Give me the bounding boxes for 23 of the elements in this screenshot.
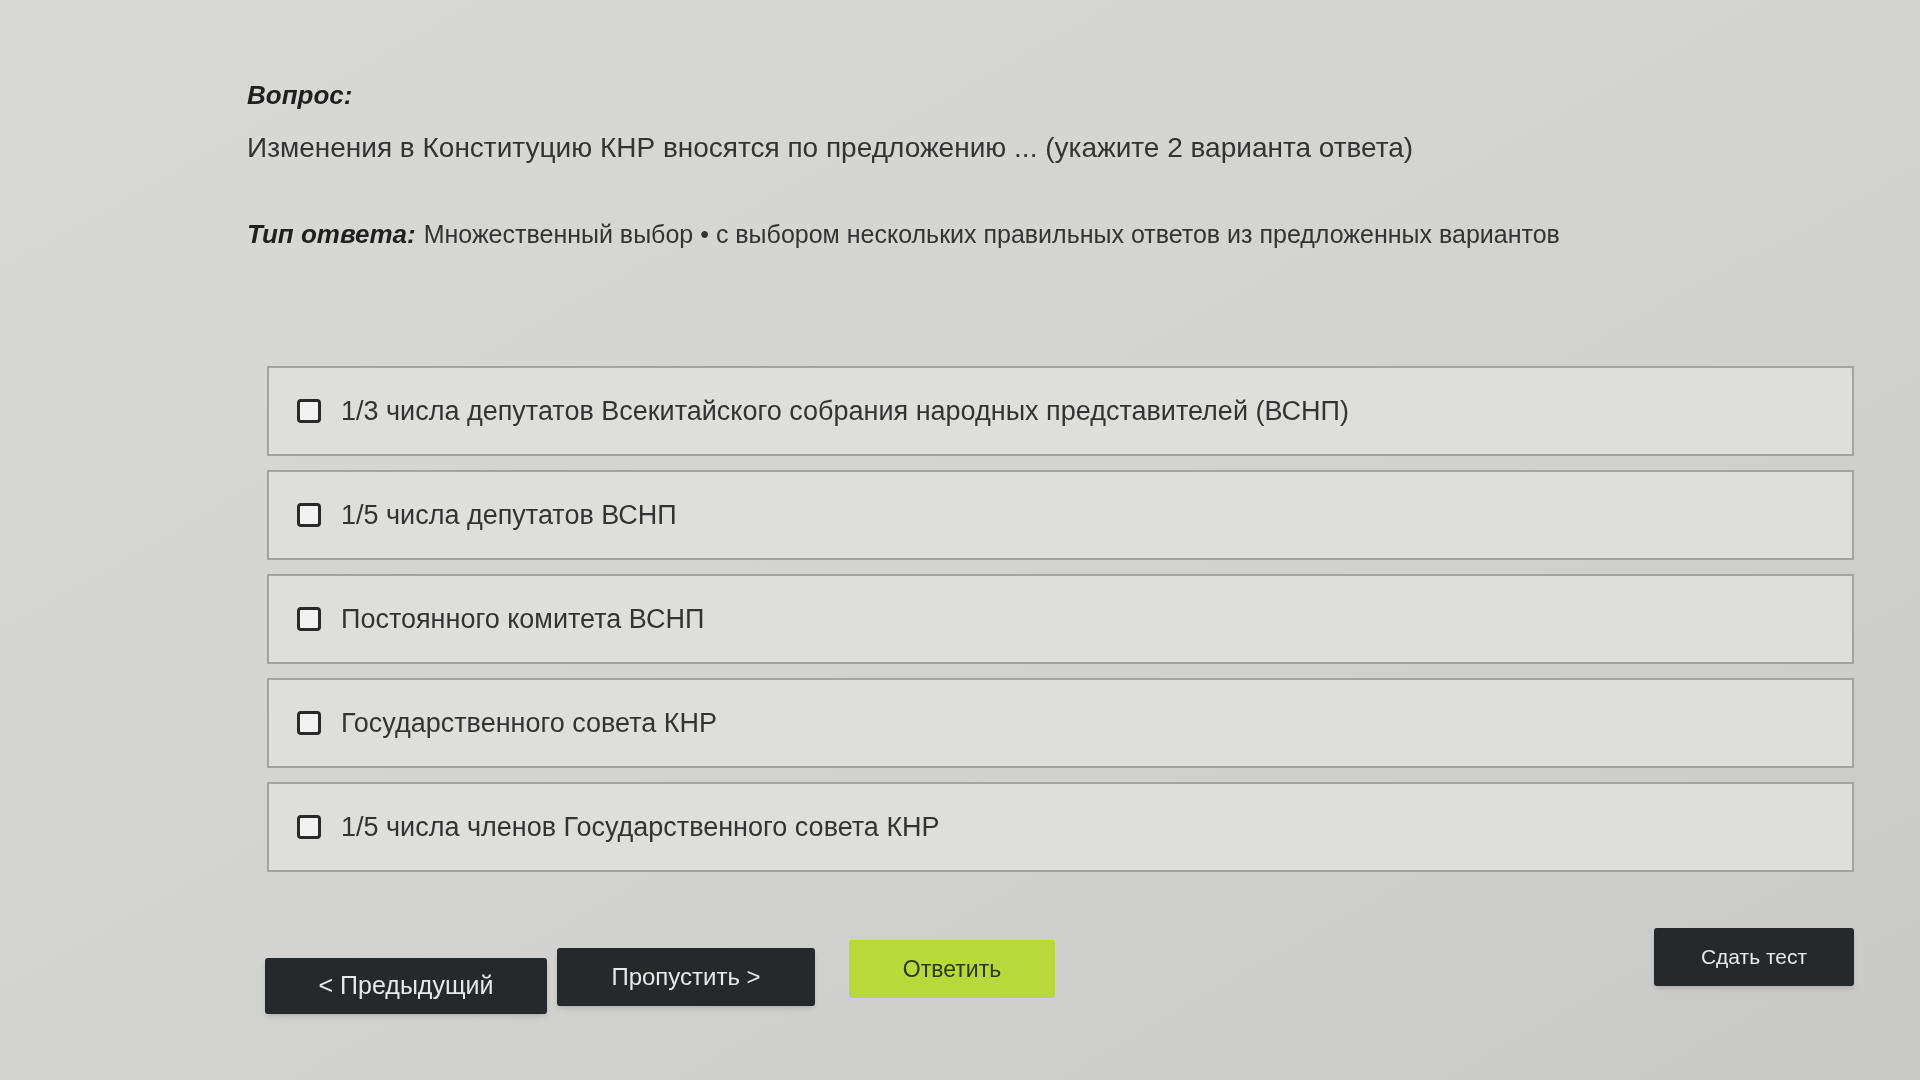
- question-text: Изменения в Конституцию КНР вносятся по предложению ... (укажите 2 варианта ответа): [247, 131, 1415, 165]
- checkbox[interactable]: [297, 503, 321, 527]
- option-text: 1/3 числа депутатов Всекитайского собрания народных представителей (ВСНП): [341, 394, 1349, 428]
- answer-option[interactable]: Государственного совета КНР: [267, 678, 1854, 768]
- option-text: 1/5 числа членов Государственного совета КНР: [341, 810, 940, 844]
- submit-test-button[interactable]: Сдать тест: [1654, 928, 1854, 986]
- answer-option[interactable]: Постоянного комитета ВСНП: [267, 574, 1854, 664]
- option-text: Постоянного комитета ВСНП: [341, 602, 705, 636]
- answer-type-text: Множественный выбор • с выбором нескольких правильных ответов из предложенных вариантов: [423, 219, 1560, 250]
- nav-button[interactable]: Пропустить >: [557, 948, 815, 1006]
- answer-option[interactable]: 1/5 числа депутатов ВСНП: [267, 470, 1854, 560]
- answer-button[interactable]: Ответить: [849, 940, 1055, 998]
- option-text: Государственного совета КНР: [341, 706, 718, 740]
- checkbox[interactable]: [297, 815, 321, 839]
- option-text: 1/5 числа депутатов ВСНП: [341, 498, 677, 532]
- answer-type-label: Тип ответа:: [247, 218, 416, 251]
- question-label: Вопрос:: [247, 79, 354, 112]
- checkbox[interactable]: [297, 399, 321, 423]
- nav-button[interactable]: < Предыдущий: [265, 958, 547, 1014]
- checkbox[interactable]: [297, 711, 321, 735]
- answer-option[interactable]: 1/5 числа членов Государственного совета КНР: [267, 782, 1854, 872]
- answer-option[interactable]: 1/3 числа депутатов Всекитайского собрания народных представителей (ВСНП): [267, 366, 1854, 456]
- checkbox[interactable]: [297, 607, 321, 631]
